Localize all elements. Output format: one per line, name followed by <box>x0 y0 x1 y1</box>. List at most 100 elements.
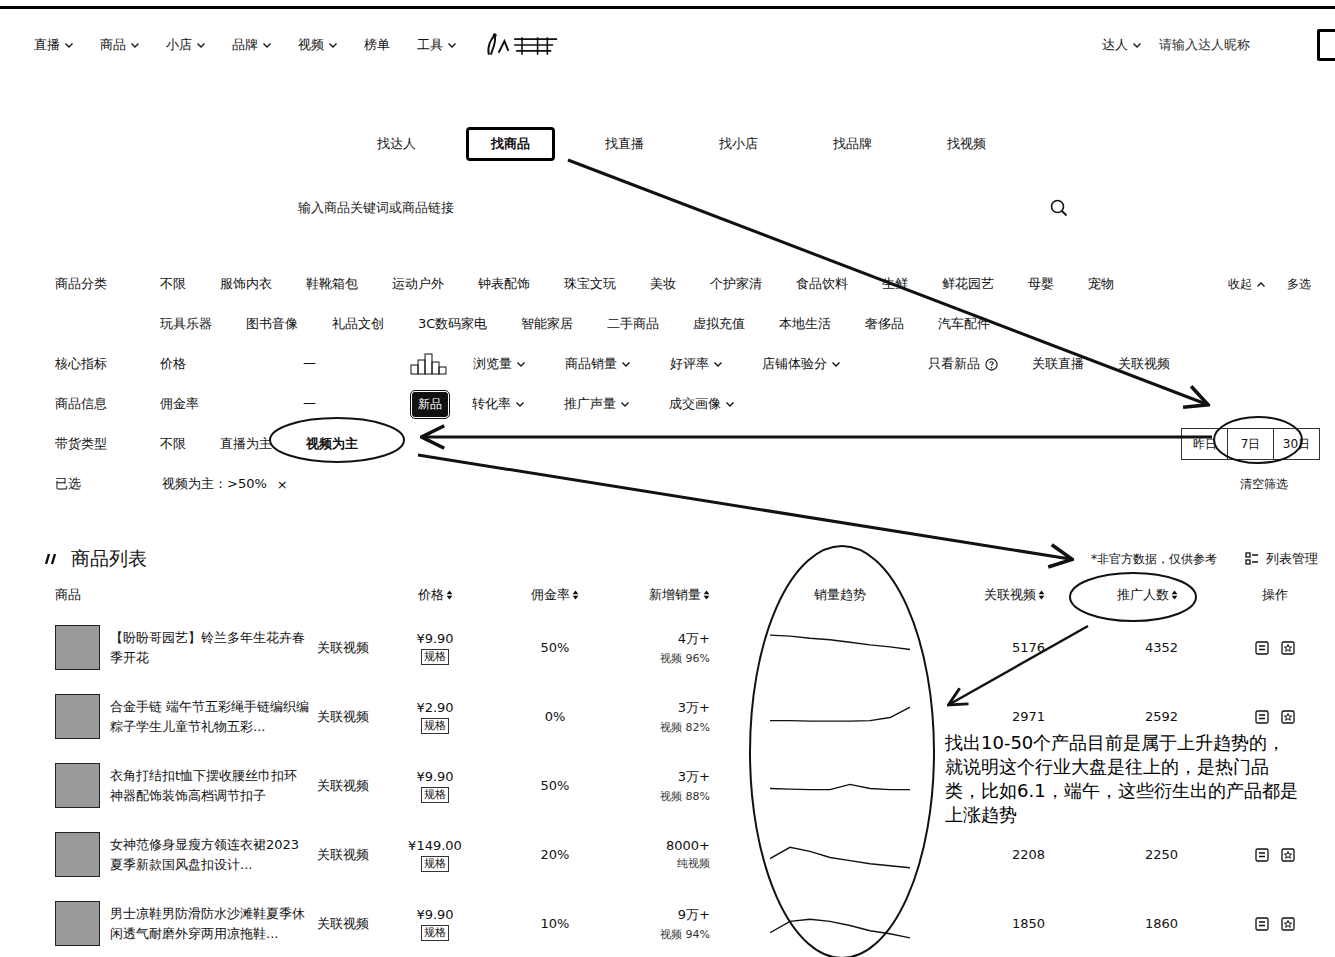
column-header[interactable]: 佣金率 <box>490 586 620 604</box>
category-option[interactable]: 不限 <box>160 275 186 293</box>
metric-dropdown[interactable]: 商品销量 <box>565 355 630 373</box>
period-option[interactable]: 昨日 <box>1182 429 1227 459</box>
info-dropdown[interactable]: 转化率 <box>472 395 524 413</box>
detail-icon[interactable] <box>1255 917 1269 931</box>
category-option[interactable]: 二手商品 <box>607 315 659 333</box>
category-option[interactable]: 运动户外 <box>392 275 444 293</box>
detail-icon[interactable] <box>1255 641 1269 655</box>
product-image[interactable] <box>55 625 100 670</box>
collapse-button[interactable]: 收起 <box>1228 276 1265 293</box>
product-image[interactable] <box>55 901 100 946</box>
search-tab[interactable]: 找达人 <box>352 127 441 161</box>
category-option[interactable]: 鲜花园艺 <box>942 275 994 293</box>
nav-item[interactable]: 小店 <box>166 36 205 54</box>
nav-item[interactable]: 商品 <box>100 36 139 54</box>
category-option[interactable]: 本地生活 <box>779 315 831 333</box>
search-icon[interactable] <box>1050 199 1068 217</box>
column-header[interactable]: 推广人数 <box>1080 586 1215 604</box>
product-name[interactable]: 女神范修身显瘦方领连衣裙2023夏季新款国风盘扣设计... <box>110 835 310 875</box>
carry-type-option[interactable]: 直播为主 <box>220 435 272 453</box>
info-dropdown[interactable]: 推广声量 <box>564 395 629 413</box>
search-tab[interactable]: 找直播 <box>580 127 669 161</box>
product-name[interactable]: 【盼盼哥园艺】铃兰多年生花卉春季开花 <box>110 628 310 668</box>
metric-toggle[interactable]: 关联直播 <box>1032 355 1084 373</box>
favorite-icon[interactable] <box>1281 710 1295 724</box>
category-option[interactable]: 鞋靴箱包 <box>306 275 358 293</box>
category-option[interactable]: 珠宝文玩 <box>564 275 616 293</box>
category-option[interactable]: 宠物 <box>1088 275 1114 293</box>
detail-icon[interactable] <box>1255 710 1269 724</box>
commission-range[interactable]: 佣金率 — <box>160 395 410 413</box>
related-video-link[interactable]: 关联视频 <box>317 777 369 795</box>
period-option[interactable]: 7日 <box>1227 429 1273 459</box>
product-name[interactable]: 男士凉鞋男防滑防水沙滩鞋夏季休闲透气耐磨外穿两用凉拖鞋... <box>110 904 310 944</box>
product-image[interactable] <box>55 832 100 877</box>
related-video-link[interactable]: 关联视频 <box>317 915 369 933</box>
category-option[interactable]: 智能家居 <box>521 315 573 333</box>
login-button[interactable] <box>1317 29 1335 61</box>
detail-icon[interactable] <box>1255 848 1269 862</box>
carry-type-option[interactable]: 不限 <box>160 435 186 453</box>
category-option[interactable]: 食品饮料 <box>796 275 848 293</box>
favorite-icon[interactable] <box>1281 917 1295 931</box>
column-header[interactable]: 关联视频 <box>940 586 1080 604</box>
new-badge[interactable]: 新品 <box>412 392 448 417</box>
related-video-link[interactable]: 关联视频 <box>317 639 369 657</box>
product-name[interactable]: 衣角打结扣t恤下摆收腰丝巾扣环神器配饰装饰高档调节扣子 <box>110 766 310 806</box>
category-option[interactable]: 玩具乐器 <box>160 315 212 333</box>
category-option[interactable]: 钟表配饰 <box>478 275 530 293</box>
spec-button[interactable]: 规格 <box>421 787 449 803</box>
spec-button[interactable]: 规格 <box>421 925 449 941</box>
metric-dropdown[interactable]: 好评率 <box>670 355 722 373</box>
product-search-input[interactable]: 输入商品关键词或商品链接 <box>298 199 1050 217</box>
category-option[interactable]: 母婴 <box>1028 275 1054 293</box>
nav-item[interactable]: 直播 <box>34 36 73 54</box>
column-header[interactable]: 价格 <box>380 586 490 604</box>
nav-item[interactable]: 榜单 <box>364 36 390 54</box>
nav-item[interactable]: 视频 <box>298 36 337 54</box>
multi-select-button[interactable]: 多选 <box>1287 276 1311 293</box>
category-option[interactable]: 图书音像 <box>246 315 298 333</box>
category-option[interactable]: 生鲜 <box>882 275 908 293</box>
user-type-menu[interactable]: 达人 <box>1102 36 1141 54</box>
clear-filters-button[interactable]: 清空筛选 <box>1240 476 1288 493</box>
spec-button[interactable]: 规格 <box>421 649 449 665</box>
category-option[interactable]: 3C数码家电 <box>418 315 487 333</box>
metric-dropdown[interactable]: 店铺体验分 <box>762 355 840 373</box>
metric-toggle[interactable]: 关联视频 <box>1118 355 1170 373</box>
category-option[interactable]: 奢侈品 <box>865 315 904 333</box>
talent-search-input[interactable]: 请输入达人昵称 <box>1159 36 1299 54</box>
spec-button[interactable]: 规格 <box>421 718 449 734</box>
metric-toggle[interactable]: 只看新品 <box>928 355 998 373</box>
metric-dropdown[interactable]: 浏览量 <box>473 355 525 373</box>
remove-chip-button[interactable]: × <box>277 477 288 492</box>
category-option[interactable]: 美妆 <box>650 275 676 293</box>
nav-item[interactable]: 品牌 <box>232 36 271 54</box>
nav-item[interactable]: 工具 <box>417 36 456 54</box>
search-tab[interactable]: 找商品 <box>466 127 555 161</box>
period-option[interactable]: 30日 <box>1273 429 1319 459</box>
product-image[interactable] <box>55 763 100 808</box>
category-option[interactable]: 汽车配件 <box>938 315 990 333</box>
column-header[interactable]: 新增销量 <box>620 586 740 604</box>
favorite-icon[interactable] <box>1281 848 1295 862</box>
bar-chart-icon[interactable] <box>410 353 448 375</box>
product-name[interactable]: 合金手链 端午节五彩绳手链编织编粽子学生儿童节礼物五彩... <box>110 697 310 737</box>
related-video-link[interactable]: 关联视频 <box>317 846 369 864</box>
product-image[interactable] <box>55 694 100 739</box>
carry-type-option[interactable]: 视频为主 <box>306 435 358 453</box>
info-dropdown[interactable]: 成交画像 <box>669 395 734 413</box>
search-tab[interactable]: 找视频 <box>922 127 1011 161</box>
favorite-icon[interactable] <box>1281 641 1295 655</box>
category-option[interactable]: 虚拟充值 <box>693 315 745 333</box>
search-tab[interactable]: 找小店 <box>694 127 783 161</box>
column-manage-button[interactable]: 列表管理 <box>1245 550 1318 568</box>
category-option[interactable]: 服饰内衣 <box>220 275 272 293</box>
category-option[interactable]: 礼品文创 <box>332 315 384 333</box>
category-option[interactable]: 个护家清 <box>710 275 762 293</box>
spec-button[interactable]: 规格 <box>421 856 449 872</box>
price-range[interactable]: 价格 — <box>160 355 410 373</box>
search-tab[interactable]: 找品牌 <box>808 127 897 161</box>
info-icon[interactable] <box>985 358 998 371</box>
related-video-link[interactable]: 关联视频 <box>317 708 369 726</box>
